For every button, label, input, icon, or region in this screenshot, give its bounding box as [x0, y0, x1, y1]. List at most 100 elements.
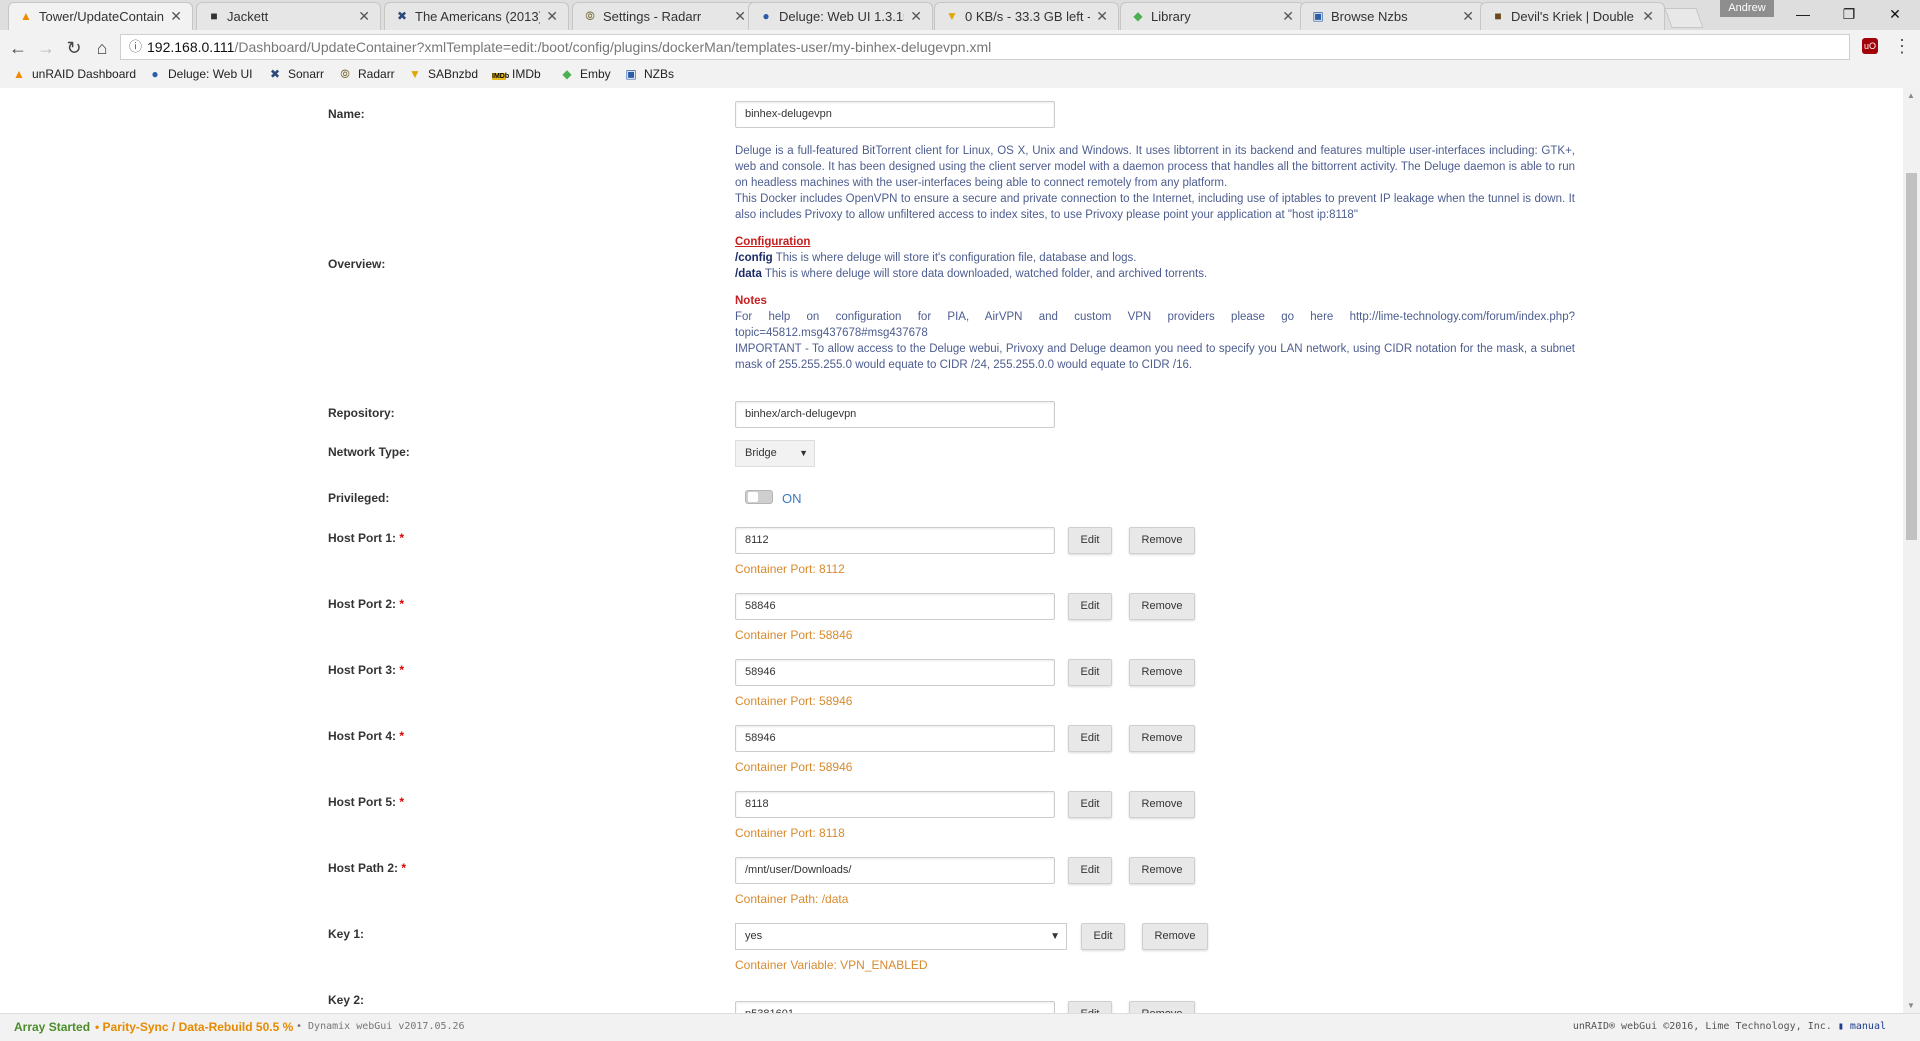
deluge-icon: ●: [151, 67, 159, 81]
tab-browse-nzbs[interactable]: ▣ Browse Nzbs ✕: [1300, 2, 1485, 30]
remove-button[interactable]: Remove: [1129, 725, 1195, 752]
host-port-4-label: Host Port 4: *: [328, 729, 405, 743]
tab-library[interactable]: ◆ Library ✕: [1120, 2, 1305, 30]
bookmark-radarr[interactable]: ⦾ Radarr: [338, 67, 395, 82]
close-icon[interactable]: ✕: [1642, 8, 1654, 25]
edit-button[interactable]: Edit: [1068, 857, 1112, 884]
remove-button[interactable]: Remove: [1129, 1001, 1195, 1013]
bookmark-unraid[interactable]: ▲ unRAID Dashboard: [12, 67, 136, 81]
edit-button[interactable]: Edit: [1068, 791, 1112, 818]
host-port-3-input[interactable]: 58946: [735, 659, 1055, 686]
remove-button[interactable]: Remove: [1142, 923, 1208, 950]
host-path-2-input[interactable]: /mnt/user/Downloads/: [735, 857, 1055, 884]
remove-button[interactable]: Remove: [1129, 593, 1195, 620]
name-input[interactable]: binhex-delugevpn: [735, 101, 1055, 128]
required-marker: *: [399, 795, 405, 809]
tab-devils-kriek[interactable]: ■ Devil's Kriek | Double N ✕: [1480, 2, 1665, 30]
remove-button[interactable]: Remove: [1129, 527, 1195, 554]
key-2-label: Key 2:: [328, 993, 365, 1007]
network-type-select[interactable]: Bridge ▼: [735, 440, 815, 467]
host-port-2-input[interactable]: 58846: [735, 593, 1055, 620]
edit-button[interactable]: Edit: [1068, 593, 1112, 620]
scrollbar-thumb[interactable]: [1906, 173, 1917, 540]
new-tab-button[interactable]: [1664, 8, 1704, 28]
page-scrollbar[interactable]: ▲ ▼: [1903, 88, 1920, 1013]
notes-text: IMPORTANT - To allow access to the Delug…: [735, 343, 1575, 371]
tab-update-container[interactable]: ▲ Tower/UpdateContaine ✕: [8, 2, 193, 30]
edit-button[interactable]: Edit: [1081, 923, 1125, 950]
bookmark-sonarr[interactable]: ✖ Sonarr: [268, 67, 324, 81]
close-window-icon[interactable]: ✕: [1872, 0, 1918, 28]
profile-button[interactable]: Andrew: [1720, 0, 1774, 17]
home-icon[interactable]: ⌂: [90, 36, 114, 60]
close-icon[interactable]: ✕: [910, 8, 922, 25]
close-icon[interactable]: ✕: [546, 8, 558, 25]
key-1-label: Key 1:: [328, 927, 365, 941]
info-icon: ⓘ: [129, 39, 143, 54]
tab-deluge[interactable]: ● Deluge: Web UI 1.3.15 ✕: [748, 2, 933, 30]
edit-button[interactable]: Edit: [1068, 659, 1112, 686]
tab-sabnzbd[interactable]: ▼ 0 KB/s - 33.3 GB left - S ✕: [934, 2, 1119, 30]
tab-americans[interactable]: ✖ The Americans (2013) - ✕: [384, 2, 569, 30]
container-port-hint: Container Port: 8112: [735, 562, 845, 576]
host-port-3-label: Host Port 3: *: [328, 663, 405, 677]
chevron-down-icon: ▼: [799, 448, 808, 458]
close-icon[interactable]: ✕: [170, 8, 182, 25]
restore-icon[interactable]: ❐: [1826, 0, 1872, 28]
sabnzbd-icon: ▼: [946, 9, 958, 23]
chevron-down-icon: ▼: [1050, 931, 1060, 942]
bookmark-imdb[interactable]: IMDb IMDb: [492, 67, 541, 81]
menu-icon[interactable]: ⋮: [1893, 36, 1911, 57]
host-port-5-input[interactable]: 8118: [735, 791, 1055, 818]
ublock-icon[interactable]: uO: [1862, 38, 1878, 54]
container-port-hint: Container Port: 8118: [735, 826, 845, 840]
notes-text: For help on configuration for PIA, AirVP…: [735, 311, 1575, 339]
radarr-icon: ⦾: [340, 67, 350, 81]
remove-button[interactable]: Remove: [1129, 857, 1195, 884]
remove-button[interactable]: Remove: [1129, 659, 1195, 686]
repository-input[interactable]: binhex/arch-delugevpn: [735, 401, 1055, 428]
host-port-4-input[interactable]: 58946: [735, 725, 1055, 752]
host-path-2-label: Host Path 2: *: [328, 861, 407, 875]
privileged-label: Privileged:: [328, 491, 390, 505]
minimize-icon[interactable]: —: [1780, 0, 1826, 28]
close-icon[interactable]: ✕: [734, 8, 746, 25]
forward-icon[interactable]: →: [34, 36, 58, 60]
key-1-select[interactable]: yes ▼: [735, 923, 1067, 950]
tab-jackett[interactable]: ■ Jackett ✕: [196, 2, 381, 30]
host-port-1-label: Host Port 1: *: [328, 531, 405, 545]
manual-link[interactable]: manual: [1850, 1021, 1886, 1032]
overview-para: Deluge is a full-featured BitTorrent cli…: [735, 145, 1575, 189]
emby-icon: ◆: [1133, 9, 1143, 23]
host-port-1-input[interactable]: 8112: [735, 527, 1055, 554]
key-2-input[interactable]: p5381601: [735, 1001, 1055, 1013]
unraid-icon: ▲: [20, 9, 32, 23]
status-footer: Array Started • Parity-Sync / Data-Rebui…: [0, 1013, 1920, 1041]
close-icon[interactable]: ✕: [1462, 8, 1474, 25]
edit-button[interactable]: Edit: [1068, 1001, 1112, 1013]
required-marker: *: [399, 729, 405, 743]
container-variable-hint: Container Variable: VPN_ENABLED: [735, 958, 928, 972]
close-icon[interactable]: ✕: [358, 8, 370, 25]
bookmark-nzbs[interactable]: ▣ NZBs: [624, 67, 674, 81]
close-icon[interactable]: ✕: [1096, 8, 1108, 25]
url-path: /Dashboard/UpdateContainer?xmlTemplate=e…: [234, 39, 992, 55]
back-icon[interactable]: ←: [6, 36, 30, 60]
scroll-up-icon[interactable]: ▲: [1907, 91, 1915, 100]
edit-button[interactable]: Edit: [1068, 725, 1112, 752]
privileged-toggle[interactable]: [745, 490, 773, 504]
remove-button[interactable]: Remove: [1129, 791, 1195, 818]
edit-button[interactable]: Edit: [1068, 527, 1112, 554]
overview-label: Overview:: [328, 257, 386, 271]
address-bar[interactable]: ⓘ 192.168.0.111/Dashboard/UpdateContaine…: [120, 34, 1850, 60]
bookmark-emby[interactable]: ◆ Emby: [560, 67, 610, 81]
tab-radarr[interactable]: ⦾ Settings - Radarr ✕: [572, 2, 757, 30]
scroll-down-icon[interactable]: ▼: [1907, 1001, 1915, 1010]
required-marker: *: [399, 531, 405, 545]
close-icon[interactable]: ✕: [1282, 8, 1294, 25]
container-port-hint: Container Port: 58946: [735, 760, 853, 774]
url-host: 192.168.0.111: [147, 39, 235, 55]
bookmark-deluge[interactable]: ● Deluge: Web UI: [148, 67, 252, 81]
bookmark-sabnzbd[interactable]: ▼ SABnzbd: [408, 67, 478, 81]
reload-icon[interactable]: ↻: [62, 36, 86, 60]
